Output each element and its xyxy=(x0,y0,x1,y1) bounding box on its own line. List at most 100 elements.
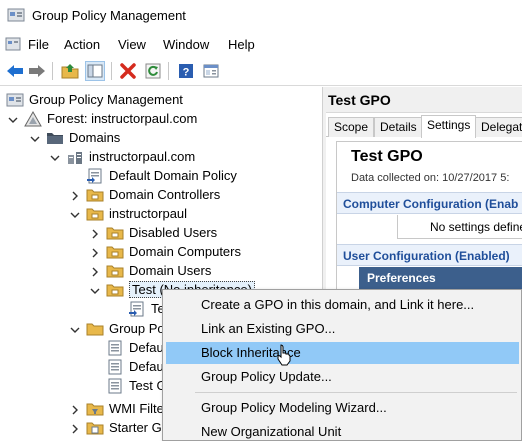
ou-folder-icon xyxy=(106,244,124,260)
tree-item-gpo-default-2[interactable]: Defau xyxy=(106,357,164,376)
report-title: Test GPO xyxy=(351,148,423,165)
tree-item-disabled-users[interactable]: Disabled Users xyxy=(90,223,217,242)
expand-chevron-icon[interactable] xyxy=(90,247,100,257)
menu-item-label: Link an Existing GPO... xyxy=(201,321,336,336)
help-icon[interactable]: ? xyxy=(176,61,196,81)
toolbar-separator xyxy=(111,62,112,80)
menu-item-create-gpo-link[interactable]: Create a GPO in this domain, and Link it… xyxy=(166,294,519,316)
toolbar-separator xyxy=(168,62,169,80)
gpo-link-icon xyxy=(86,168,104,184)
collapse-chevron-icon[interactable] xyxy=(8,114,18,124)
tree-label: Domain Computers xyxy=(129,244,241,259)
wmi-folder-icon xyxy=(86,401,104,417)
computer-configuration-label: Computer Configuration (Enab xyxy=(343,197,519,211)
tree-label: Domains xyxy=(69,130,121,145)
menu-item-block-inheritance[interactable]: Block Inheritance xyxy=(166,342,519,364)
tab-scope[interactable]: Scope xyxy=(328,117,375,137)
tree-item-domain-controllers[interactable]: Domain Controllers xyxy=(70,185,220,204)
report-collected-date: Data collected on: 10/27/2017 5: xyxy=(351,172,510,184)
ou-folder-icon xyxy=(86,206,104,222)
menu-item-new-ou[interactable]: New Organizational Unit xyxy=(166,421,519,441)
menu-file[interactable]: File xyxy=(28,37,49,52)
details-title: Test GPO xyxy=(328,92,391,108)
user-configuration-label: User Configuration (Enabled) xyxy=(343,249,510,263)
tree-label: Defau xyxy=(129,340,164,355)
gpo-link-icon xyxy=(128,301,146,317)
tree-label: Group Policy Management xyxy=(29,92,183,107)
tree-label: Defau xyxy=(129,359,164,374)
tree-item-wmi-filters[interactable]: WMI Filte xyxy=(70,399,164,418)
collapse-chevron-icon[interactable] xyxy=(30,133,40,143)
gpo-icon xyxy=(106,378,124,394)
gpo-icon xyxy=(106,359,124,375)
tree-label: Domain Controllers xyxy=(109,187,221,202)
tree-item-forest[interactable]: Forest: instructorpaul.com xyxy=(8,109,197,128)
expand-chevron-icon[interactable] xyxy=(90,266,100,276)
tree-item-domain-computers[interactable]: Domain Computers xyxy=(90,242,241,261)
svg-text:?: ? xyxy=(183,67,190,79)
menu-item-label: Group Policy Update... xyxy=(201,369,332,384)
expand-chevron-icon[interactable] xyxy=(90,228,100,238)
expand-chevron-icon[interactable] xyxy=(70,423,80,433)
menu-item-label: Create a GPO in this domain, and Link it… xyxy=(201,297,475,312)
refresh-icon[interactable] xyxy=(143,61,163,81)
tree-item-root[interactable]: Group Policy Management xyxy=(6,90,183,109)
tab-details[interactable]: Details xyxy=(374,117,423,137)
menu-item-modeling-wizard[interactable]: Group Policy Modeling Wizard... xyxy=(166,397,519,419)
properties-icon[interactable] xyxy=(201,61,221,81)
toolbar: ? xyxy=(0,56,522,86)
menu-action[interactable]: Action xyxy=(64,37,100,52)
menu-window[interactable]: Window xyxy=(163,37,209,52)
collapse-chevron-icon[interactable] xyxy=(70,209,80,219)
tab-settings[interactable]: Settings xyxy=(421,115,477,138)
tree-item-gpo-test[interactable]: Test G xyxy=(106,376,167,395)
ou-folder-icon xyxy=(106,263,124,279)
menu-help[interactable]: Help xyxy=(228,37,255,52)
menu-view[interactable]: View xyxy=(118,37,146,52)
show-hide-tree-icon[interactable] xyxy=(85,61,105,81)
gpo-folder-icon xyxy=(86,321,104,337)
collapse-chevron-icon[interactable] xyxy=(90,285,100,295)
back-arrow-icon[interactable] xyxy=(5,61,25,81)
tree-item-group-policy-objects[interactable]: Group Po xyxy=(70,319,165,338)
domains-folder-icon xyxy=(46,130,64,146)
window-title: Group Policy Management xyxy=(32,8,186,23)
menu-item-group-policy-update[interactable]: Group Policy Update... xyxy=(166,366,519,388)
tree-item-domains[interactable]: Domains xyxy=(30,128,120,147)
menu-item-link-existing-gpo[interactable]: Link an Existing GPO... xyxy=(166,318,519,340)
collapse-chevron-icon[interactable] xyxy=(50,152,60,162)
expand-chevron-icon[interactable] xyxy=(70,404,80,414)
tree-item-gpo-default-1[interactable]: Defau xyxy=(106,338,164,357)
system-menu-icon[interactable] xyxy=(5,37,21,51)
expand-chevron-icon[interactable] xyxy=(70,190,80,200)
delete-icon[interactable] xyxy=(118,61,138,81)
tree-label: Disabled Users xyxy=(129,225,218,240)
tree-label: instructorpaul.com xyxy=(89,149,196,164)
tree-label: Default Domain Policy xyxy=(109,168,237,183)
computer-configuration-band[interactable]: Computer Configuration (Enab xyxy=(337,192,522,214)
tree-label: instructorpaul xyxy=(109,206,188,221)
user-configuration-band[interactable]: User Configuration (Enabled) xyxy=(337,244,522,266)
tree-item-test-gpo-link[interactable]: Te xyxy=(128,299,165,318)
tree-item-ou-instructorpaul[interactable]: instructorpaul xyxy=(70,204,187,223)
tree-item-starter-gpos[interactable]: Starter GP xyxy=(70,418,170,437)
tree-item-domain[interactable]: instructorpaul.com xyxy=(50,147,195,166)
context-menu: Create a GPO in this domain, and Link it… xyxy=(162,289,522,441)
preferences-label: Preferences xyxy=(367,271,436,285)
up-folder-icon[interactable] xyxy=(60,61,80,81)
tree-label: Test G xyxy=(129,378,167,393)
hand-cursor-icon xyxy=(277,344,291,366)
tree-item-domain-users[interactable]: Domain Users xyxy=(90,261,211,280)
preferences-band[interactable]: Preferences xyxy=(359,267,522,289)
collapse-chevron-icon[interactable] xyxy=(70,324,80,334)
ou-folder-icon xyxy=(86,187,104,203)
tree-item-default-domain-policy[interactable]: Default Domain Policy xyxy=(86,166,237,185)
details-header: Test GPO xyxy=(326,87,522,113)
forward-arrow-icon[interactable] xyxy=(27,61,47,81)
ou-folder-icon xyxy=(106,225,124,241)
domain-icon xyxy=(66,149,84,165)
starter-gpo-folder-icon xyxy=(86,420,104,436)
tree-label: Group Po xyxy=(109,321,165,336)
tab-delegation[interactable]: Delegati xyxy=(475,117,522,137)
no-settings-label: No settings defined. xyxy=(430,220,522,234)
